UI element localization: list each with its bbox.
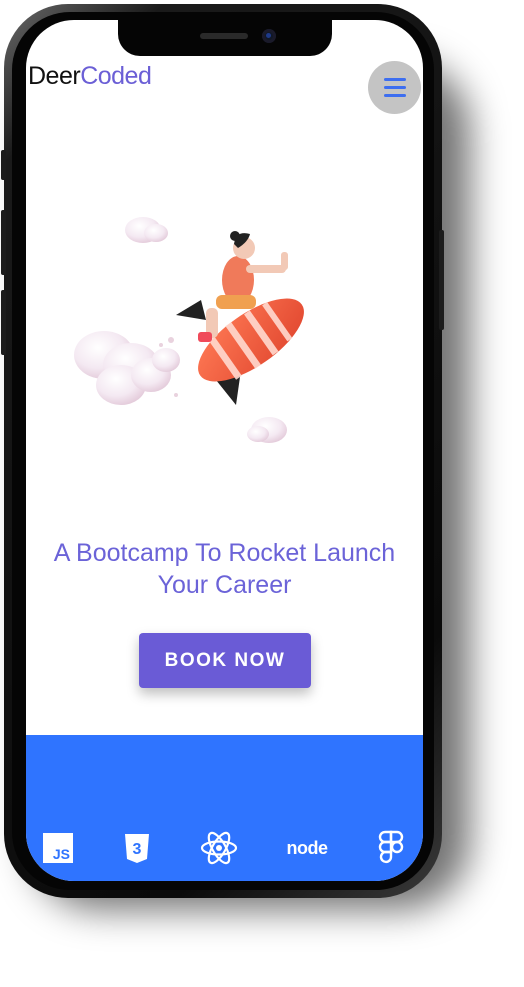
front-camera: [262, 29, 276, 43]
rocket-rider-illustration: [74, 217, 304, 443]
svg-text:3: 3: [133, 841, 142, 858]
mute-switch: [1, 150, 6, 180]
nodejs-icon-label: node: [286, 837, 329, 858]
brand-logo[interactable]: DeerCoded: [28, 62, 152, 91]
hamburger-icon-line-1: [383, 78, 406, 81]
brand-logo-part1: Deer: [28, 62, 81, 90]
phone-notch: [118, 20, 332, 56]
rocket-fin-top: [176, 300, 206, 320]
figma-icon: [376, 828, 406, 868]
react-icon: [199, 828, 239, 868]
javascript-icon-label: JS: [52, 846, 70, 862]
app-screen: DeerCoded A Bootcamp To Rocket Launch Yo…: [26, 20, 423, 881]
hamburger-icon-line-3: [383, 94, 406, 97]
hero-headline-line-2: Your Career: [157, 571, 292, 599]
earpiece-speaker: [200, 33, 248, 39]
brand-logo-part2: Coded: [80, 62, 152, 90]
menu-button[interactable]: [368, 61, 421, 114]
cloud-bottom: [247, 417, 287, 443]
hero-headline: A Bootcamp To Rocket Launch Your Career: [26, 537, 423, 601]
javascript-icon: JS: [42, 828, 74, 868]
nodejs-icon: node: [282, 828, 332, 868]
book-now-button[interactable]: BOOK NOW: [139, 633, 311, 688]
hero-headline-line-1: A Bootcamp To Rocket Launch: [53, 539, 396, 567]
css3-icon: 3: [121, 828, 153, 868]
volume-up-button: [1, 210, 6, 275]
cloud-top: [125, 217, 168, 243]
hamburger-icon-line-2: [383, 86, 406, 89]
exhaust-cloud: [74, 331, 180, 405]
power-button: [439, 230, 444, 330]
volume-down-button: [1, 290, 6, 355]
